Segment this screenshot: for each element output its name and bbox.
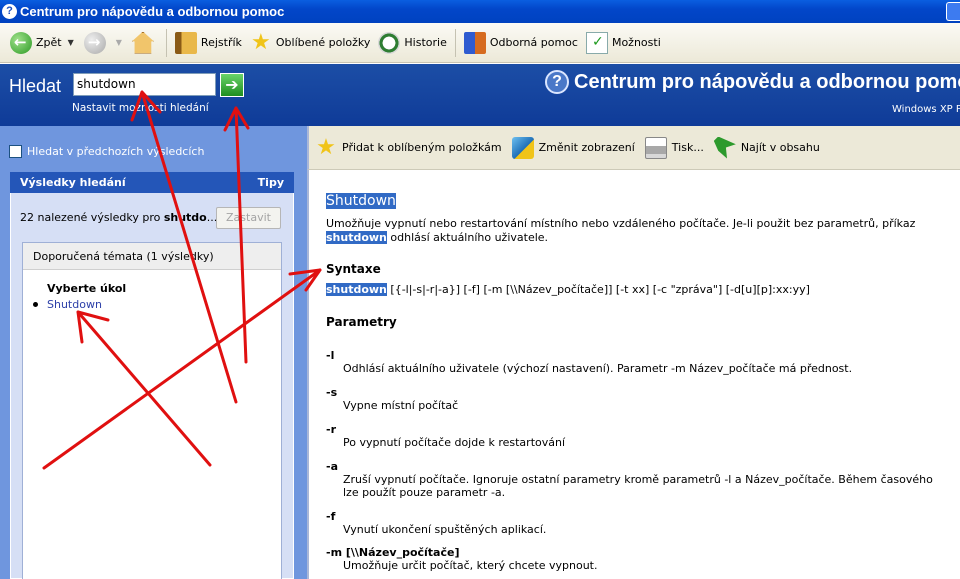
suggested-topics: Doporučená témata (1 výsledky) Vyberte ú…	[22, 242, 282, 579]
favorites-label: Oblíbené položky	[275, 36, 371, 49]
param-key: -f	[326, 510, 336, 523]
search-results-pane: Hledat v předchozích výsledcích Výsledky…	[0, 126, 307, 579]
index-button[interactable]: Rejstřík	[171, 28, 246, 58]
home-icon	[131, 31, 154, 54]
support-label: Odborná pomoc	[489, 36, 578, 49]
results-box: 22 nalezené výsledky pro shutdo... Zasta…	[10, 193, 294, 579]
param-key: -m [\\Název_počítače]	[326, 546, 460, 559]
search-options-link[interactable]: Nastavit možnosti hledání	[72, 102, 209, 114]
syntax-line: shutdown [{-l|-s|-r|-a}] [-f] [-m [\\Náz…	[326, 283, 810, 296]
shutdown-topic-link[interactable]: Shutdown	[47, 298, 102, 311]
forward-button[interactable]	[80, 28, 114, 58]
task-heading: Vyberte úkol	[47, 282, 127, 295]
add-favorite-label: Přidat k oblíbeným položkám	[342, 141, 502, 154]
stop-button[interactable]: Zastavit	[216, 207, 281, 229]
tips-link[interactable]: Tipy	[258, 176, 284, 189]
star-icon: ★	[251, 29, 271, 55]
history-button[interactable]: Historie	[374, 28, 450, 58]
index-label: Rejstřík	[200, 36, 242, 49]
help-icon: ?	[2, 4, 17, 19]
add-favorite-button[interactable]: ★ Přidat k oblíbeným položkám	[315, 134, 502, 160]
toolbar-separator	[454, 28, 456, 57]
windows-version-label: Windows XP P	[892, 104, 960, 115]
param-desc: Umožňuje určit počítač, který chcete vyp…	[343, 559, 598, 572]
param-desc: Po vypnutí počítače dojde k restartování	[343, 436, 566, 449]
search-go-button[interactable]: ➔	[220, 73, 244, 97]
printer-icon	[644, 136, 667, 159]
options-button[interactable]: Možnosti	[582, 28, 665, 58]
checkbox-icon[interactable]	[9, 145, 22, 158]
home-button[interactable]	[128, 28, 162, 58]
bullet-icon	[33, 302, 38, 307]
toolbar-separator	[165, 28, 167, 57]
search-label: Hledat	[9, 76, 62, 96]
found-count: 22 nalezené výsledky pro shutdo...	[20, 211, 218, 224]
param-key: -r	[326, 423, 336, 436]
main-toolbar: Zpět ▼ ▼ Rejstřík ★ Oblíbené položky His…	[0, 23, 960, 63]
favorites-button[interactable]: ★ Oblíbené položky	[246, 28, 375, 58]
topics-header[interactable]: Doporučená témata (1 výsledky)	[23, 243, 281, 270]
star-plus-icon: ★	[316, 134, 336, 160]
search-header: Hledat shutdown ➔ Nastavit možnosti hled…	[0, 64, 960, 126]
article-description-2: shutdown odhlásí aktuálního uživatele.	[326, 231, 549, 244]
change-view-icon	[511, 136, 534, 159]
find-in-toc-button[interactable]: Najít v obsahu	[713, 136, 820, 159]
help-icon: ?	[545, 70, 569, 94]
search-input[interactable]: shutdown	[73, 73, 216, 96]
change-view-button[interactable]: Změnit zobrazení	[511, 136, 635, 159]
sync-toc-icon	[713, 136, 736, 159]
arrow-right-icon: ➔	[225, 75, 239, 94]
book-icon	[174, 31, 197, 54]
param-desc-2: lze použít pouze parametr -a.	[343, 486, 506, 499]
window-title-bar[interactable]: ? Centrum pro nápovědu a odbornou pomoc	[0, 0, 960, 23]
options-icon	[585, 31, 608, 54]
article-pane: Shutdown Umožňuje vypnutí nebo restartov…	[307, 170, 960, 579]
prev-results-label: Hledat v předchozích výsledcích	[27, 145, 205, 158]
support-icon	[463, 31, 486, 54]
param-desc: Zruší vypnutí počítače. Ignoruje ostatní…	[343, 473, 933, 486]
forward-arrow-icon	[83, 31, 106, 54]
forward-dropdown-icon[interactable]: ▼	[116, 38, 122, 47]
param-key: -s	[326, 386, 338, 399]
options-label: Možnosti	[611, 36, 661, 49]
results-header: Výsledky hledání Tipy	[10, 172, 294, 193]
params-heading: Parametry	[326, 315, 397, 329]
find-in-toc-label: Najít v obsahu	[740, 141, 820, 154]
param-desc: Vynutí ukončení spuštěných aplikací.	[343, 523, 547, 536]
syntax-heading: Syntaxe	[326, 262, 381, 276]
article-title: Shutdown	[326, 193, 396, 209]
results-title: Výsledky hledání	[20, 176, 126, 189]
content-toolbar: ★ Přidat k oblíbeným položkám Změnit zob…	[307, 126, 960, 170]
article-description: Umožňuje vypnutí nebo restartování místn…	[326, 217, 916, 230]
history-icon	[378, 31, 401, 54]
print-button[interactable]: Tisk...	[644, 136, 704, 159]
support-button[interactable]: Odborná pomoc	[460, 28, 582, 58]
page-title-text: Centrum pro nápovědu a odbornou pomoc	[574, 70, 960, 93]
back-dropdown-icon[interactable]: ▼	[68, 38, 74, 47]
param-key: -a	[326, 460, 338, 473]
window-title: Centrum pro nápovědu a odbornou pomoc	[20, 4, 285, 19]
list-item: Shutdown	[33, 298, 102, 311]
param-desc: Odhlásí aktuálního uživatele (výchozí na…	[343, 362, 853, 375]
history-label: Historie	[404, 36, 447, 49]
back-label: Zpět	[36, 36, 62, 49]
param-desc: Vypne místní počítač	[343, 399, 459, 412]
print-label: Tisk...	[671, 141, 704, 154]
page-title: ? Centrum pro nápovědu a odbornou pomoc	[545, 70, 960, 94]
param-key: -l	[326, 349, 335, 362]
back-arrow-icon	[10, 31, 32, 54]
back-button[interactable]: Zpět	[6, 28, 66, 58]
minimize-button[interactable]	[946, 2, 960, 21]
prev-results-checkbox[interactable]: Hledat v předchozích výsledcích	[9, 145, 204, 158]
change-view-label: Změnit zobrazení	[538, 141, 635, 154]
